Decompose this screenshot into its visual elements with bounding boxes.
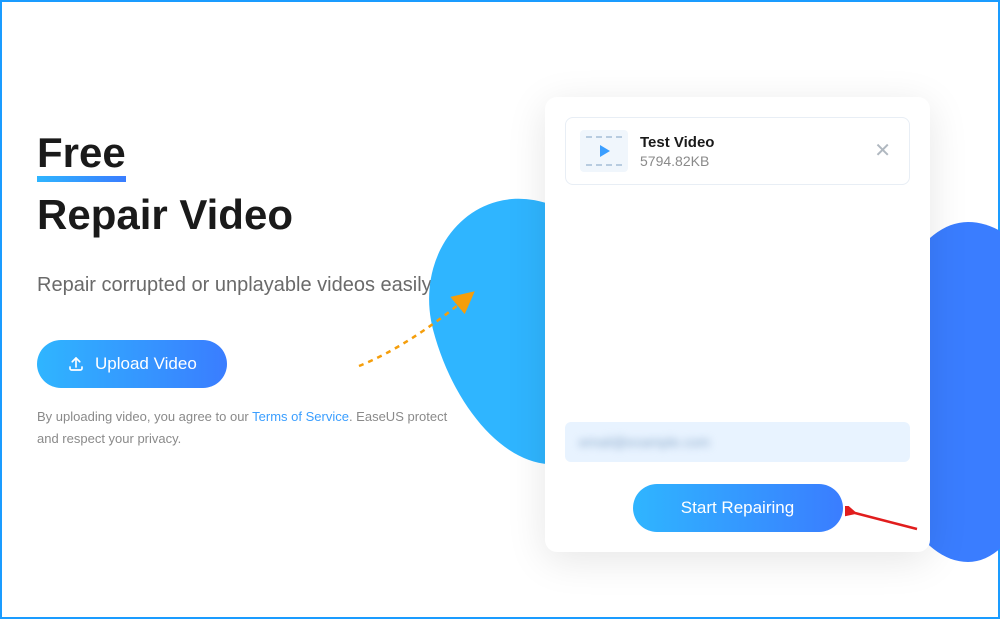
file-item: Test Video 5794.82KB ✕ — [565, 117, 910, 185]
subtitle: Repair corrupted or unplayable videos ea… — [37, 268, 470, 302]
upload-panel: Test Video 5794.82KB ✕ email@example.com… — [545, 97, 930, 552]
file-size: 5794.82KB — [640, 153, 858, 169]
terms-of-service-link[interactable]: Terms of Service — [252, 409, 349, 424]
start-repairing-button[interactable]: Start Repairing — [633, 484, 843, 532]
terms-text: By uploading video, you agree to our Ter… — [37, 406, 470, 450]
panel-spacer — [565, 185, 910, 422]
upload-video-button[interactable]: Upload Video — [37, 340, 227, 388]
app-container: Free Repair Video Repair corrupted or un… — [2, 2, 998, 617]
left-panel: Free Repair Video Repair corrupted or un… — [2, 2, 470, 617]
heading-repair: Repair Video — [37, 194, 470, 236]
file-info: Test Video 5794.82KB — [640, 134, 858, 169]
file-name: Test Video — [640, 134, 858, 151]
upload-button-label: Upload Video — [95, 354, 197, 374]
upload-icon — [67, 355, 85, 373]
close-icon: ✕ — [874, 140, 891, 162]
terms-prefix: By uploading video, you agree to our — [37, 409, 252, 424]
video-thumbnail-icon — [580, 130, 628, 172]
heading-free: Free — [37, 132, 126, 174]
remove-file-button[interactable]: ✕ — [870, 137, 895, 165]
blurred-placeholder: email@example.com — [579, 434, 710, 450]
email-input[interactable]: email@example.com — [565, 422, 910, 462]
